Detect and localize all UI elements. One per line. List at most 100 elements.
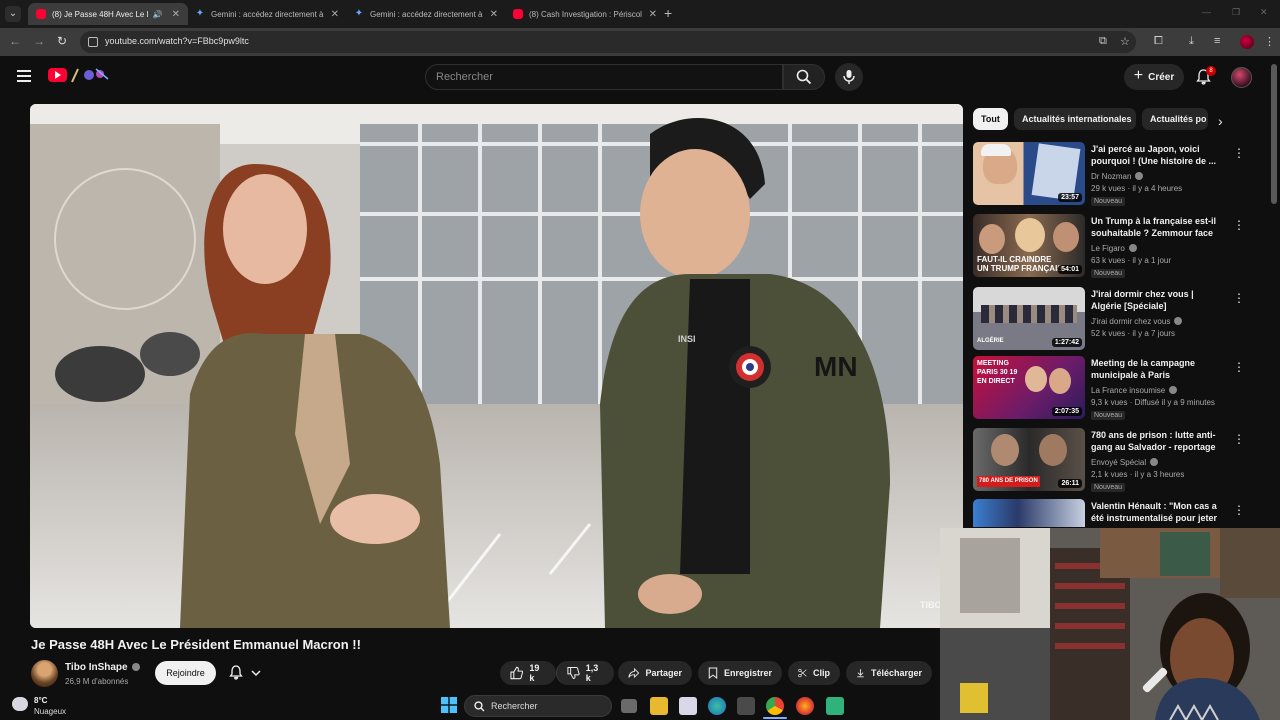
active-app-indicator <box>763 717 787 719</box>
chip-all[interactable]: Tout <box>973 108 1008 130</box>
account-avatar[interactable] <box>1231 67 1252 88</box>
dislike-button[interactable]: 1,3 k <box>556 661 614 685</box>
extensions-icon[interactable]: ⧠ <box>1154 35 1163 48</box>
recommendation-item[interactable]: 23:57 J'ai percé au Japon, voici pourquo… <box>973 142 1253 208</box>
search-button[interactable] <box>783 64 825 90</box>
browser-tab-3[interactable]: ✦ Gemini : accédez directement à ✕ <box>346 3 506 25</box>
video-thumbnail[interactable] <box>973 499 1085 527</box>
chrome-icon[interactable] <box>766 697 784 715</box>
video-thumbnail[interactable]: MEETING PARIS 30 19 EN DIRECT 2:07:35 <box>973 356 1085 419</box>
voice-search-button[interactable] <box>835 63 863 91</box>
recommendation-channel[interactable]: Envoyé Spécial <box>1091 458 1159 467</box>
close-window-icon[interactable]: ✕ <box>1260 7 1268 18</box>
subscription-bell-button[interactable] <box>224 661 268 685</box>
new-badge: Nouveau <box>1091 269 1126 278</box>
taskbar-search[interactable]: Rechercher <box>464 695 612 717</box>
address-bar[interactable]: youtube.com/watch?v=FBbc9pw9ltc ⧉ ☆ <box>80 31 1136 53</box>
task-view-icon[interactable] <box>621 699 637 713</box>
recommendation-title[interactable]: Meeting de la campagne municipale à Pari… <box>1091 357 1219 381</box>
file-explorer-icon[interactable] <box>650 697 668 715</box>
cloud-icon <box>12 697 28 711</box>
recommendation-channel[interactable]: Dr Nozman <box>1091 172 1144 181</box>
reload-icon[interactable]: ↻ <box>57 34 67 48</box>
search-input[interactable]: Rechercher <box>425 64 783 90</box>
hamburger-menu-icon[interactable] <box>17 70 31 85</box>
close-tab-icon[interactable]: ✕ <box>172 9 180 20</box>
edge-icon[interactable] <box>708 697 726 715</box>
site-info-icon[interactable] <box>88 37 98 47</box>
recommendation-item[interactable]: ALGÉRIE 1:27:42 J'irai dormir chez vous … <box>973 287 1253 353</box>
recommendation-meta: 29 k vues · il y a 4 heures <box>1091 184 1183 193</box>
bookmark-star-icon[interactable]: ☆ <box>1120 35 1130 48</box>
channel-avatar[interactable] <box>31 660 58 687</box>
youtube-logo[interactable] <box>48 68 67 82</box>
back-icon[interactable]: ← <box>9 34 21 48</box>
recommendation-channel[interactable]: Le Figaro <box>1091 244 1137 253</box>
forward-icon[interactable]: → <box>33 34 45 48</box>
media-control-icon[interactable]: ≡ <box>1214 35 1220 47</box>
weather-widget[interactable]: 8°C Nuageux <box>12 693 132 720</box>
create-button[interactable]: + Créer <box>1124 64 1184 90</box>
clip-button[interactable]: Clip <box>788 661 840 685</box>
app-icon[interactable] <box>826 697 844 715</box>
more-options-icon[interactable]: ⋮ <box>1233 360 1245 374</box>
browser-tab-4[interactable]: (8) Cash Investigation : Périscol ✕ <box>505 3 665 25</box>
speaker-icon[interactable]: 🔊 <box>153 10 163 19</box>
firefox-icon[interactable] <box>796 697 814 715</box>
tab-search-menu-icon[interactable]: ⌄ <box>5 6 21 22</box>
recommendation-title[interactable]: Un Trump à la française est-il souhaitab… <box>1091 215 1219 239</box>
close-tab-icon[interactable]: ✕ <box>490 9 498 20</box>
more-options-icon[interactable]: ⋮ <box>1233 503 1245 517</box>
more-options-icon[interactable]: ⋮ <box>1233 291 1245 305</box>
verified-icon <box>1150 458 1159 466</box>
install-app-icon[interactable]: ⧉ <box>1099 35 1107 48</box>
channel-name[interactable]: Tibo InShape <box>65 662 128 673</box>
thumbnail-caption: 780 ANS DE PRISON <box>977 476 1040 487</box>
browser-menu-icon[interactable]: ⋮ <box>1264 35 1275 48</box>
join-button[interactable]: Rejoindre <box>155 661 216 685</box>
close-tab-icon[interactable]: ✕ <box>649 9 657 20</box>
video-thumbnail[interactable]: ALGÉRIE 1:27:42 <box>973 287 1085 350</box>
like-button[interactable]: 19 k <box>500 661 556 685</box>
recommendation-item[interactable]: FAUT-IL CRAINDRE UN TRUMP FRANÇAIS 54:01… <box>973 214 1253 280</box>
recommendation-item[interactable]: MEETING PARIS 30 19 EN DIRECT 2:07:35 Me… <box>973 356 1253 422</box>
download-button[interactable]: Télécharger <box>846 661 932 685</box>
maximize-icon[interactable]: ❐ <box>1232 7 1240 18</box>
recommendation-item[interactable]: Valentin Hénault : "Mon cas a été instru… <box>973 499 1253 527</box>
verified-icon <box>1128 244 1137 252</box>
microsoft-store-icon[interactable] <box>737 697 755 715</box>
channel-name-row[interactable]: Tibo InShape <box>65 662 140 673</box>
chip-international-news[interactable]: Actualités internationales <box>1014 108 1136 130</box>
recommendation-item[interactable]: 780 ANS DE PRISON 26:11 780 ans de priso… <box>973 428 1253 494</box>
video-player[interactable]: MN INSI TIBO <box>30 104 963 628</box>
share-button[interactable]: Partager <box>618 661 692 685</box>
recommendation-channel[interactable]: J'irai dormir chez vous <box>1091 317 1183 326</box>
download-icon[interactable]: ⤓ <box>1189 35 1194 48</box>
recommendation-channel[interactable]: La France insoumise <box>1091 386 1178 395</box>
browser-tab-1[interactable]: (8) Je Passe 48H Avec Le Pr 🔊 ✕ <box>28 3 188 25</box>
windows-start-icon[interactable] <box>441 697 457 713</box>
duration-badge: 2:07:35 <box>1051 407 1082 416</box>
chevron-right-icon[interactable]: › <box>1218 113 1223 129</box>
minimize-icon[interactable]: — <box>1202 7 1211 17</box>
recommendation-title[interactable]: J'ai percé au Japon, voici pourquoi ! (U… <box>1091 143 1219 167</box>
recommendation-title[interactable]: 780 ans de prison : lutte anti-gang au S… <box>1091 429 1219 453</box>
recommendation-title[interactable]: J'irai dormir chez vous | Algérie [Spéci… <box>1091 288 1219 312</box>
more-options-icon[interactable]: ⋮ <box>1233 432 1245 446</box>
browser-tab-2[interactable]: ✦ Gemini : accédez directement à ✕ <box>187 3 347 25</box>
more-options-icon[interactable]: ⋮ <box>1233 218 1245 232</box>
chip-political-news[interactable]: Actualités po <box>1142 108 1208 130</box>
video-thumbnail[interactable]: 23:57 <box>973 142 1085 205</box>
weather-temperature: 8°C <box>34 696 48 705</box>
recommendation-title[interactable]: Valentin Hénault : "Mon cas a été instru… <box>1091 500 1219 524</box>
save-button[interactable]: Enregistrer <box>698 661 782 685</box>
video-thumbnail[interactable]: 780 ANS DE PRISON 26:11 <box>973 428 1085 491</box>
store-icon[interactable] <box>679 697 697 715</box>
browser-profile-avatar[interactable] <box>1240 35 1254 49</box>
page-scrollbar[interactable] <box>1271 64 1277 204</box>
more-options-icon[interactable]: ⋮ <box>1233 146 1245 160</box>
new-tab-icon[interactable]: + <box>664 5 672 21</box>
close-tab-icon[interactable]: ✕ <box>331 9 339 20</box>
video-thumbnail[interactable]: FAUT-IL CRAINDRE UN TRUMP FRANÇAIS 54:01 <box>973 214 1085 277</box>
youtube-doodle[interactable] <box>70 66 112 84</box>
